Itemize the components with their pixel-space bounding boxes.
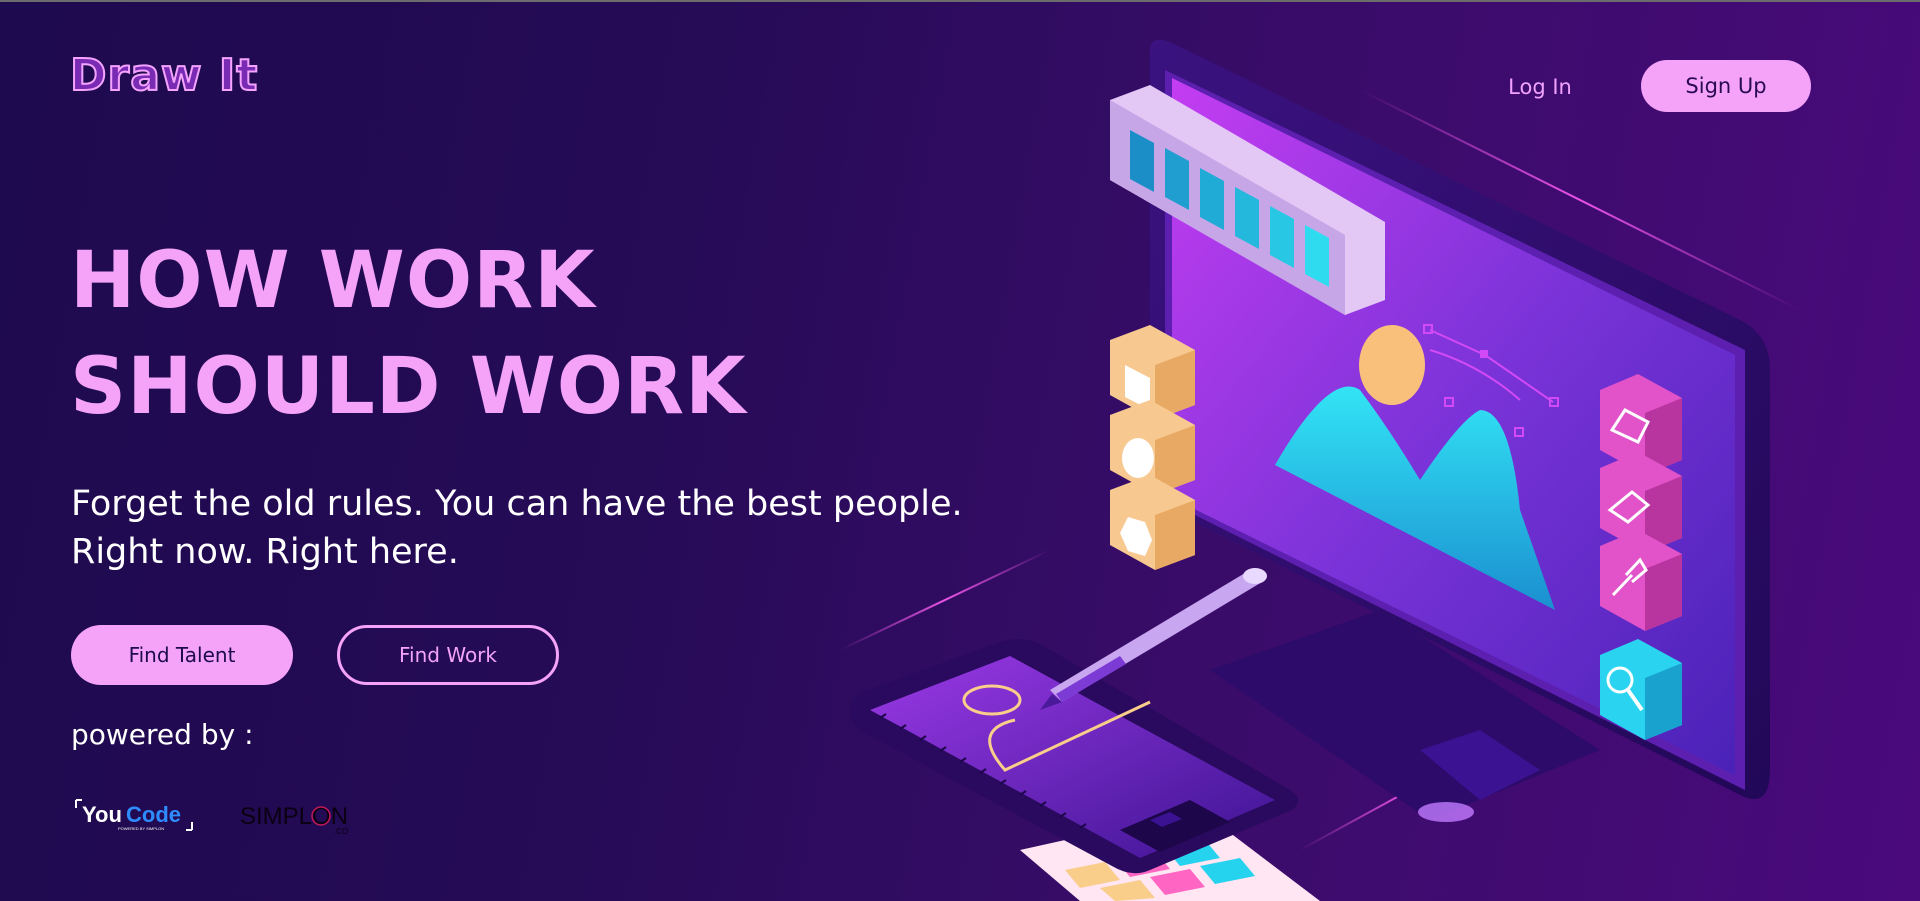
hero-title-line-2: SHOULD WORK bbox=[70, 342, 747, 432]
powered-by-label: powered by : bbox=[71, 718, 254, 751]
simplon-logo-text: SIMPLON bbox=[240, 803, 348, 830]
youcode-logo-you: You bbox=[82, 802, 122, 827]
youcode-logo-code: Code bbox=[126, 802, 181, 827]
simplon-logo[interactable]: SIMPLON .CO bbox=[240, 800, 360, 836]
youcode-logo[interactable]: You Code POWERED BY SIMPLON bbox=[74, 798, 194, 832]
find-work-button[interactable]: Find Work bbox=[337, 625, 559, 685]
youcode-logo-tagline: POWERED BY SIMPLON bbox=[118, 826, 164, 831]
find-talent-button[interactable]: Find Talent bbox=[71, 625, 293, 685]
simplon-logo-suffix: .CO bbox=[334, 827, 348, 836]
isometric-design-illustration bbox=[839, 39, 1801, 901]
hero-title-line-1: HOW WORK bbox=[70, 236, 596, 326]
hero-title: HOW WORK SHOULD WORK bbox=[70, 228, 747, 440]
brand-logo[interactable]: Draw It bbox=[69, 49, 258, 102]
top-border bbox=[0, 0, 1920, 2]
